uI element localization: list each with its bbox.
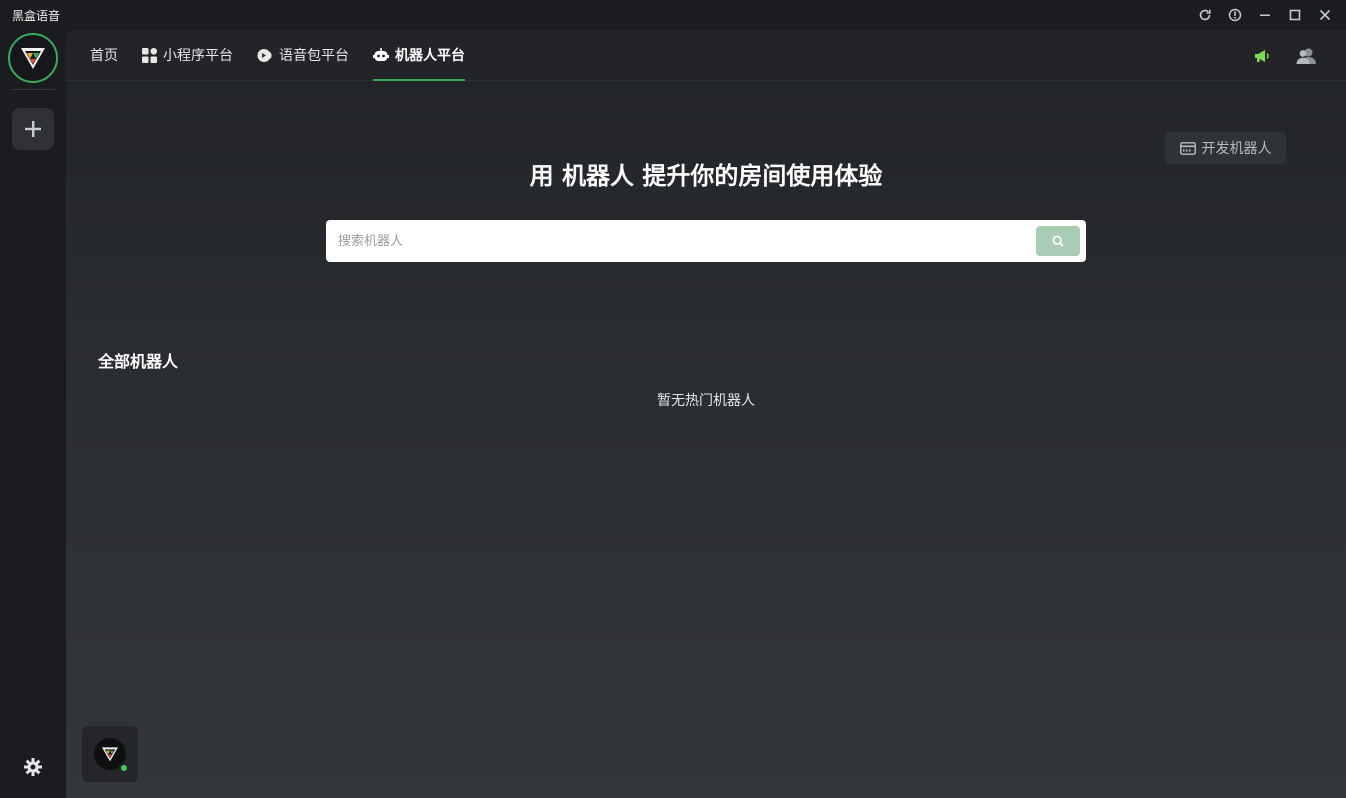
developer-card-icon [1179,141,1196,155]
search-icon [1052,235,1064,247]
nav-voice-packs-label: 语音包平台 [279,48,349,64]
nav-mini-programs[interactable]: 小程序平台 [142,30,233,81]
refresh-icon[interactable] [1190,0,1220,30]
add-server-button[interactable] [12,108,54,150]
robot-icon [373,47,389,61]
search-button[interactable] [1036,226,1080,256]
nav-right-actions [1252,30,1316,81]
gear-icon [24,758,42,776]
window-controls [1190,0,1340,30]
plus-icon [25,121,41,137]
title-bar: 黑盒语音 [0,0,1346,30]
main-panel: 首页 小程序平台 语音包平台 机器人平台 开发机器人 用 机器人 提升你的房间使… [66,30,1346,798]
apps-grid-icon [142,47,157,63]
nav-home[interactable]: 首页 [90,30,118,81]
users-icon [1296,48,1316,64]
nav-voice-packs[interactable]: 语音包平台 [257,30,349,81]
megaphone-icon [1255,49,1269,62]
develop-robot-label: 开发机器人 [1201,141,1272,157]
search-input[interactable] [326,220,1036,262]
nav-robots-label: 机器人平台 [395,48,465,64]
avatar [94,738,129,773]
server-sidebar [0,30,66,798]
sidebar-divider [12,89,55,90]
maximize-icon[interactable] [1280,0,1310,30]
settings-button[interactable] [22,756,44,778]
minimize-icon[interactable] [1250,0,1280,30]
friends-button[interactable] [1296,46,1316,66]
all-robots-heading: 全部机器人 [98,352,179,371]
online-status-dot [119,763,129,773]
brand-logo-button[interactable] [8,33,58,83]
voice-pack-icon [257,48,272,62]
brand-logo-icon [102,747,118,762]
user-avatar-button[interactable] [82,726,138,782]
top-navigation: 首页 小程序平台 语音包平台 机器人平台 [66,30,1346,81]
close-icon[interactable] [1310,0,1340,30]
empty-state-text: 暂无热门机器人 [657,393,755,409]
brand-logo-icon [21,48,45,69]
nav-home-label: 首页 [90,48,118,64]
nav-robots[interactable]: 机器人平台 [373,30,465,81]
app-title: 黑盒语音 [12,8,61,23]
search-bar [326,220,1086,262]
info-icon[interactable] [1220,0,1250,30]
nav-mini-programs-label: 小程序平台 [163,48,233,64]
page-title: 用 机器人 提升你的房间使用体验 [529,162,883,190]
announcement-button[interactable] [1252,46,1272,66]
